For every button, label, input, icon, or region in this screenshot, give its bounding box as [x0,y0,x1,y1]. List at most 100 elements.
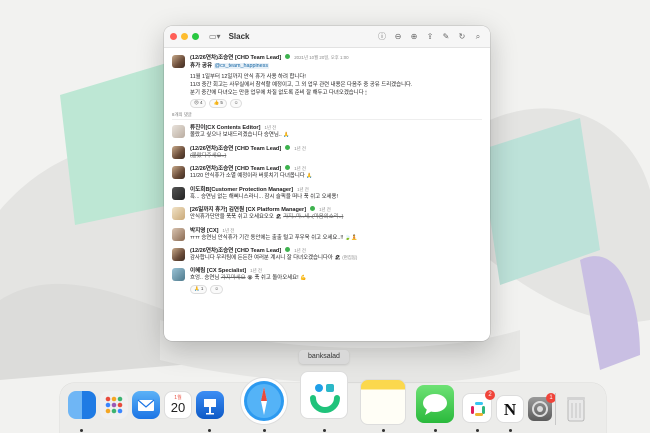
avatar[interactable] [172,186,185,200]
emoji-icon: 🏖 [334,255,341,262]
message-text: 흐엉.. 승연님 가지마세요 😭 푹 쉬고 돌아오세요! 💪 [190,275,307,282]
avatar[interactable] [172,145,185,159]
message-author[interactable]: 박지영 [CX] [190,227,219,235]
launchpad-icon[interactable] [100,391,128,419]
share-icon[interactable]: ⇪ [426,31,434,43]
markup-icon[interactable]: ✎ [442,31,450,43]
reactions: 🙏 1 ☺ [190,285,482,294]
running-indicator [80,429,83,432]
message-text: 안식휴가단만을 푹푹 쉬고 오세요오오 🏖 가지..마..세..(마음의소리..… [190,214,344,221]
minimize-window-button[interactable] [181,33,188,40]
dock-tooltip: banksalad [299,350,349,364]
banksalad-icon[interactable] [300,371,348,419]
reply-message: 이혜림 [CX Specialist] 1년 전 흐엉.. 승연님 가지마세요 😭… [172,267,482,294]
message-author[interactable]: (12/26연차)조승연 [CHD Team Lead] [190,145,281,153]
keynote-icon[interactable] [196,391,224,419]
avatar[interactable] [172,125,185,139]
notes-icon[interactable] [360,379,406,425]
add-reaction-button[interactable]: ☺ [210,285,223,294]
message-time[interactable]: 1년 전 [264,125,276,131]
dock: 1월 20 2 N 1 [60,371,606,433]
reaction-chip[interactable]: 😢 4 [190,99,207,108]
search-icon[interactable]: ⌕ [474,31,482,43]
edited-note: (편집됨) [342,255,358,261]
calendar-day: 20 [170,400,186,415]
messages-icon[interactable] [416,385,454,423]
message-time[interactable]: 1년 전 [294,248,306,254]
status-icon [310,206,316,212]
finder-icon[interactable] [68,391,96,419]
status-icon [285,144,291,150]
emoji-icon: 🙏 [283,132,290,139]
mail-icon[interactable] [132,391,160,419]
message-text: ㅠㅠ 승연님 안식휴가 기간 동안에는 출출 털고 푸우욱 쉬고 오세요..!!… [190,234,358,241]
message-time[interactable]: 2021년 10월 20일, 오후 1:00 [294,55,348,61]
message-text: (몰랐다주세요..) [190,152,227,159]
reactions: 😢 4 👍 5 ☺ [190,99,482,108]
reaction-chip[interactable]: 🙏 1 [190,285,208,294]
system-settings-icon[interactable]: 1 [528,393,556,421]
notion-icon[interactable]: N [496,395,524,423]
emoji-icon: 🕯 [365,89,367,96]
running-indicator [263,429,266,432]
running-indicator [323,429,326,432]
avatar[interactable] [172,207,185,221]
reaction-chip[interactable]: 👍 5 [209,99,227,108]
window-title: Slack [228,32,250,41]
message-author[interactable]: (12/26연차)조승연 [CHD Team Lead] [190,54,281,62]
zoom-window-button[interactable] [192,33,199,40]
message-text: 흑... 승연님 없는 해삐니스라니... 잠시 슬픽을 떠나 푹 쉬고 오세용… [190,193,338,200]
running-indicator [434,429,437,432]
reply-message: [26일까지 휴가] 김연원 [CX Platform Manager] 1년 전… [172,206,482,222]
notification-badge: 2 [485,390,495,400]
emoji-icon: 😭 [247,275,253,282]
avatar[interactable] [172,268,185,282]
avatar[interactable] [172,55,185,68]
safari-icon[interactable] [240,377,288,425]
reply-message: 이도희B[Customer Protection Manager] 1년 전 흑.… [172,186,482,202]
avatar[interactable] [172,166,185,180]
message-author[interactable]: [26일까지 휴가] 김연원 [CX Platform Manager] [190,206,306,214]
message-author[interactable]: (12/26연차)조승연 [CHD Team Lead] [190,247,281,255]
add-reaction-button[interactable]: ☺ [229,99,243,108]
message-time[interactable]: 1년 전 [319,207,331,213]
mention-link[interactable]: @cx_team_happiness [213,63,270,70]
parent-message: (12/26연차)조승연 [CHD Team Lead] 2021년 10월 2… [172,54,482,108]
emoji-icon: 🏖 [275,214,282,221]
status-icon [285,165,291,171]
running-indicator [476,429,479,432]
slack-window: ▭▾ Slack ⓘ ⊖ ⊕ ⇪ ✎ ↻ ⌕ (12/26연차)조승연 [CHD… [164,26,490,341]
zoom-out-icon[interactable]: ⊖ [394,31,402,43]
message-time[interactable]: 1년 전 [294,166,306,172]
thread-divider: 8개의 댓글 [172,112,482,121]
emoji-icon: 💪 [300,275,307,282]
message-title: 휴가 공유 [190,63,213,70]
avatar[interactable] [172,227,185,241]
toolbar: ⓘ ⊖ ⊕ ⇪ ✎ ↻ ⌕ [378,31,482,43]
message-time[interactable]: 1년 전 [294,146,306,152]
trash-icon[interactable] [563,393,589,423]
sidebar-icon[interactable]: ▭▾ [209,32,221,41]
traffic-lights [170,33,199,40]
reply-message: 류진이[CX Contents Editor] 1년 전 몰랐고 싶으나 보내드리… [172,124,482,140]
calendar-icon[interactable]: 1월 20 [164,391,192,419]
running-indicator [208,429,211,432]
message-line: 11/3 중간 회고는 사무실에서 참석할 예정이고, 그 외 업무 관련 내용… [190,81,413,88]
message-text: 11월 1일부터 12일까지 안식 휴가 사용 하려 합니다! 11/3 중간 … [190,74,482,97]
close-window-button[interactable] [170,33,177,40]
status-icon [285,54,291,59]
status-icon [285,246,291,252]
reply-message: (12/26연차)조승연 [CHD Team Lead] 1년 전 (몰랐다주세요… [172,144,482,161]
rotate-icon[interactable]: ↻ [458,31,466,43]
message-time[interactable]: 1년 전 [297,187,309,193]
slack-icon[interactable]: 2 [462,390,495,423]
message-author[interactable]: 이도희B[Customer Protection Manager] [190,186,293,194]
message-text: 감사합니다 우리팀에 든든한 여러분 계시니 잘 다녀오겠습니다아 🏖 (편집됨… [190,255,358,262]
info-icon[interactable]: ⓘ [378,31,386,43]
window-titlebar: ▭▾ Slack ⓘ ⊖ ⊕ ⇪ ✎ ↻ ⌕ [164,26,490,48]
reply-message: (12/26연차)조승연 [CHD Team Lead] 1년 전 감사합니다 우… [172,246,482,263]
message-time[interactable]: 1년 전 [250,268,262,274]
zoom-in-icon[interactable]: ⊕ [410,31,418,43]
avatar[interactable] [172,247,185,261]
message-time[interactable]: 1년 전 [223,228,235,234]
